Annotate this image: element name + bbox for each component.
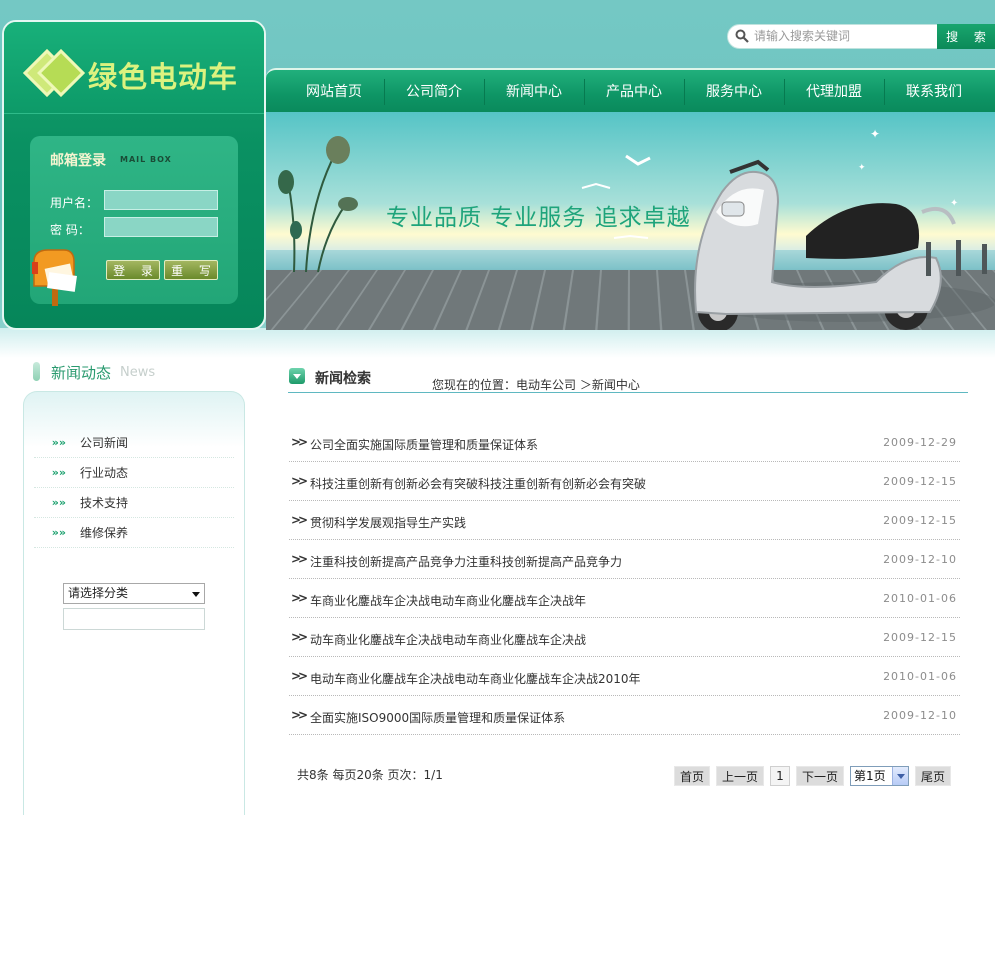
next-page-button[interactable]: 下一页	[796, 766, 844, 786]
double-arrow-icon: »»	[51, 526, 66, 539]
nav-item-home[interactable]: 网站首页	[284, 70, 384, 112]
news-title[interactable]: 科技注重创新有创新必会有突破科技注重创新有创新必会有突破	[310, 475, 646, 492]
double-arrow-icon: »»	[51, 496, 66, 509]
nav-item-agency[interactable]: 代理加盟	[784, 70, 884, 112]
page-title: 新闻检索	[315, 371, 371, 387]
double-arrow-icon: »»	[51, 466, 66, 479]
news-list-item[interactable]: >> 电动车商业化鏖战车企决战电动车商业化鏖战车企决战2010年 2010-01…	[289, 657, 960, 696]
hero-banner: ✦ ✦ ✦ 专业品质 专业服务 追求卓越	[266, 112, 995, 330]
main-nav: 网站首页 公司简介 新闻中心 产品中心 服务中心 代理加盟 联系我们	[266, 68, 995, 112]
login-button[interactable]: 登 录	[106, 260, 160, 280]
password-label: 密 码：	[50, 223, 90, 237]
news-list-item[interactable]: >> 全面实施ISO9000国际质量管理和质量保证体系 2009-12-10	[289, 696, 960, 735]
double-chevron-icon: >>	[291, 474, 308, 488]
nav-item-contact[interactable]: 联系我们	[884, 70, 984, 112]
news-title[interactable]: 全面实施ISO9000国际质量管理和质量保证体系	[310, 709, 565, 726]
sidebar-item-label: 技术支持	[80, 496, 129, 510]
nav-item-about[interactable]: 公司简介	[384, 70, 484, 112]
sidebar-search-field[interactable]	[63, 608, 205, 630]
sidebar-item-industry[interactable]: »» 行业动态	[34, 458, 234, 488]
sidebar-item-label: 维修保养	[80, 526, 129, 540]
double-chevron-icon: >>	[291, 591, 308, 605]
news-date: 2009-12-10	[883, 553, 957, 566]
news-title[interactable]: 动车商业化鏖战车企决战电动车商业化鏖战车企决战	[310, 631, 586, 648]
sidebar-title-en: News	[120, 365, 156, 380]
last-page-button[interactable]: 尾页	[915, 766, 951, 786]
double-chevron-icon: >>	[291, 552, 308, 566]
news-title[interactable]: 贯彻科学发展观指导生产实践	[310, 514, 466, 531]
header-fade	[0, 328, 995, 358]
sidebar-item-label: 行业动态	[80, 466, 129, 480]
nav-item-service[interactable]: 服务中心	[684, 70, 784, 112]
sidebar-item-tech-support[interactable]: »» 技术支持	[34, 488, 234, 518]
sidebar-item-maintenance[interactable]: »» 维修保养	[34, 518, 234, 548]
mail-login-subtitle: MAIL BOX	[120, 155, 172, 164]
search-input[interactable]: 请输入搜索关键词	[727, 24, 939, 49]
mailbox-icon	[32, 249, 77, 306]
double-arrow-icon: »»	[51, 436, 66, 449]
password-field[interactable]	[104, 217, 218, 237]
news-title[interactable]: 公司全面实施国际质量管理和质量保证体系	[310, 436, 538, 453]
sidebar-item-label: 公司新闻	[80, 436, 129, 450]
svg-text:✦: ✦	[858, 163, 866, 173]
title-divider	[288, 392, 968, 393]
news-date: 2010-01-06	[883, 670, 957, 683]
news-date: 2009-12-10	[883, 709, 957, 722]
double-chevron-icon: >>	[291, 669, 308, 683]
category-select[interactable]: 请选择分类	[63, 583, 205, 604]
svg-text:✦: ✦	[870, 127, 880, 141]
breadcrumb: 您现在的位置：电动车公司 ＞新闻中心	[432, 378, 640, 392]
prev-page-button[interactable]: 上一页	[716, 766, 764, 786]
category-select-value: 请选择分类	[68, 586, 129, 600]
chevron-down-icon[interactable]	[892, 767, 908, 785]
nav-item-news[interactable]: 新闻中心	[484, 70, 584, 112]
news-date: 2009-12-15	[883, 514, 957, 527]
news-list-item[interactable]: >> 公司全面实施国际质量管理和质量保证体系 2009-12-29	[289, 423, 960, 462]
chevron-down-icon	[192, 592, 200, 597]
svg-text:✦: ✦	[950, 198, 958, 209]
page-jump-value: 第1页	[854, 769, 886, 783]
username-label: 用户名：	[50, 196, 99, 210]
logo-area[interactable]: 绿色电动车	[4, 22, 264, 114]
news-date: 2010-01-06	[883, 592, 957, 605]
double-chevron-icon: >>	[291, 435, 308, 449]
banner-slogan: 专业品质 专业服务 追求卓越	[386, 205, 691, 231]
news-date: 2009-12-15	[883, 631, 957, 644]
news-date: 2009-12-15	[883, 475, 957, 488]
mail-login-title: 邮箱登录	[50, 153, 106, 169]
double-chevron-icon: >>	[291, 630, 308, 644]
news-list-item[interactable]: >> 科技注重创新有创新必会有突破科技注重创新有创新必会有突破 2009-12-…	[289, 462, 960, 501]
reset-button[interactable]: 重 写	[164, 260, 218, 280]
news-title[interactable]: 车商业化鏖战车企决战电动车商业化鏖战车企决战年	[310, 592, 586, 609]
news-date: 2009-12-29	[883, 436, 957, 449]
search-button[interactable]: 搜 索	[937, 24, 995, 49]
current-page-button[interactable]: 1	[770, 766, 790, 786]
mail-login-box: 邮箱登录 MAIL BOX 用户名： 密 码： 登 录 重 写	[30, 136, 238, 306]
search-icon	[735, 29, 749, 43]
news-list-item[interactable]: >> 车商业化鏖战车企决战电动车商业化鏖战车企决战年 2010-01-06	[289, 579, 960, 618]
double-chevron-icon: >>	[291, 708, 308, 722]
news-title[interactable]: 注重科技创新提高产品竞争力注重科技创新提高产品竞争力	[310, 553, 622, 570]
username-field[interactable]	[104, 190, 218, 210]
double-chevron-icon: >>	[291, 513, 308, 527]
site-logo-text[interactable]: 绿色电动车	[88, 54, 238, 96]
news-list-item[interactable]: >> 动车商业化鏖战车企决战电动车商业化鏖战车企决战 2009-12-15	[289, 618, 960, 657]
news-title[interactable]: 电动车商业化鏖战车企决战电动车商业化鏖战车企决战2010年	[310, 670, 641, 687]
chevron-down-icon	[289, 368, 305, 384]
sidebar-title: 新闻动态	[51, 364, 112, 382]
sidebar-title-marker	[33, 362, 40, 381]
left-panel: 绿色电动车 邮箱登录 MAIL BOX 用户名： 密 码： 登 录 重 写	[2, 20, 266, 330]
news-list-item[interactable]: >> 注重科技创新提高产品竞争力注重科技创新提高产品竞争力 2009-12-10	[289, 540, 960, 579]
news-list-item[interactable]: >> 贯彻科学发展观指导生产实践 2009-12-15	[289, 501, 960, 540]
page-jump-select[interactable]: 第1页	[850, 766, 909, 786]
pagination-info: 共8条 每页20条 页次：1/1	[297, 768, 443, 782]
search-bar: 请输入搜索关键词 搜 索	[727, 24, 995, 49]
first-page-button[interactable]: 首页	[674, 766, 710, 786]
sidebar-item-company-news[interactable]: »» 公司新闻	[34, 428, 234, 458]
nav-item-products[interactable]: 产品中心	[584, 70, 684, 112]
